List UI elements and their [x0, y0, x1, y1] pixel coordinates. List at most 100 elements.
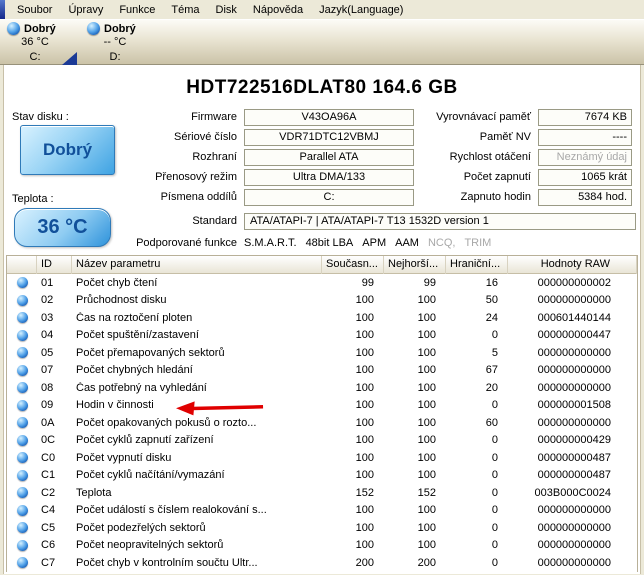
cell-current: 100: [322, 504, 384, 516]
cell-id: C5: [37, 522, 72, 534]
header-threshold[interactable]: Hraniční...: [446, 256, 508, 274]
menu-item-6[interactable]: Jazyk(Language): [312, 2, 410, 18]
menu-item-4[interactable]: Disk: [209, 2, 244, 18]
menu-item-2[interactable]: Funkce: [112, 2, 162, 18]
table-row[interactable]: 0A Počet opakovaných pokusů o rozto... 1…: [7, 414, 637, 432]
status-ok-icon: [17, 312, 28, 323]
cell-threshold: 0: [446, 434, 508, 446]
cell-threshold: 0: [446, 452, 508, 464]
status-cell: [7, 522, 37, 533]
cell-name: Počet neopravitelných sektorů: [72, 539, 322, 551]
cell-name: Počet cyklů načítání/vymazání: [72, 469, 322, 481]
drive-status-icon: [87, 22, 100, 35]
standard-row: Standard ATA/ATAPI-7 | ATA/ATAPI-7 T13 1…: [4, 211, 640, 231]
cell-worst: 152: [384, 487, 446, 499]
table-row[interactable]: C5 Počet podezřelých sektorů 100 100 0 0…: [7, 519, 637, 537]
cell-name: Počet událostí s číslem realokování s...: [72, 504, 322, 516]
drive-item-d[interactable]: Dobrý -- °C D:: [84, 22, 160, 63]
drive-status-label: Dobrý: [104, 23, 136, 35]
cell-id: 08: [37, 382, 72, 394]
info-label-left: Rozhraní: [4, 151, 244, 163]
table-row[interactable]: C1 Počet cyklů načítání/vymazání 100 100…: [7, 467, 637, 485]
table-row[interactable]: 03 Čas na roztočení ploten 100 100 24 00…: [7, 309, 637, 327]
cell-raw: 000000000000: [508, 539, 637, 551]
cell-name: Počet přemapovaných sektorů: [72, 347, 322, 359]
menu-item-3[interactable]: Téma: [164, 2, 206, 18]
cell-name: Počet chyb v kontrolním součtu Ultr...: [72, 557, 322, 569]
status-cell: [7, 557, 37, 568]
features-row: Podporované funkce S.M.A.R.T.48bit LBAAP…: [4, 233, 640, 253]
table-row[interactable]: 05 Počet přemapovaných sektorů 100 100 5…: [7, 344, 637, 362]
info-value-left: Ultra DMA/133: [244, 169, 414, 186]
cell-threshold: 60: [446, 417, 508, 429]
cell-id: 04: [37, 329, 72, 341]
cell-current: 100: [322, 399, 384, 411]
cell-current: 100: [322, 434, 384, 446]
table-row[interactable]: C6 Počet neopravitelných sektorů 100 100…: [7, 537, 637, 555]
header-current[interactable]: Současn...: [322, 256, 384, 274]
cell-worst: 99: [384, 277, 446, 289]
standard-value: ATA/ATAPI-7 | ATA/ATAPI-7 T13 1532D vers…: [244, 213, 636, 230]
header-raw[interactable]: Hodnoty RAW: [508, 256, 637, 274]
cell-raw: 000000000000: [508, 382, 637, 394]
table-row[interactable]: 09 Hodin v činnosti 100 100 0 0000000015…: [7, 397, 637, 415]
cell-name: Čas potřebný na vyhledání: [72, 382, 322, 394]
cell-worst: 100: [384, 417, 446, 429]
smart-table-header: ID Název parametru Současn... Nejhorší..…: [7, 256, 637, 274]
cell-id: C0: [37, 452, 72, 464]
cell-threshold: 0: [446, 469, 508, 481]
info-rows: Firmware V43OA96A Vyrovnávací paměť 7674…: [4, 107, 640, 207]
cell-raw: 000000000000: [508, 294, 637, 306]
cell-id: 0C: [37, 434, 72, 446]
header-name[interactable]: Název parametru: [72, 256, 322, 274]
header-id[interactable]: ID: [37, 256, 72, 274]
cell-threshold: 5: [446, 347, 508, 359]
table-row[interactable]: 0C Počet cyklů zapnutí zařízení 100 100 …: [7, 432, 637, 450]
info-row: Sériové číslo VDR71DTC12VBMJ Paměť NV --…: [4, 127, 640, 147]
cell-worst: 100: [384, 399, 446, 411]
table-row[interactable]: 07 Počet chybných hledání 100 100 67 000…: [7, 362, 637, 380]
status-ok-icon: [17, 295, 28, 306]
info-label-right: Rychlost otáčení: [414, 151, 538, 163]
menu-item-0[interactable]: Soubor: [10, 2, 59, 18]
cell-worst: 100: [384, 504, 446, 516]
info-label-right: Vyrovnávací paměť: [414, 111, 538, 123]
info-row: Písmena oddílů C: Zapnuto hodin 5384 hod…: [4, 187, 640, 207]
table-row[interactable]: C2 Teplota 152 152 0 003B000C0024: [7, 484, 637, 502]
cell-worst: 100: [384, 329, 446, 341]
header-status[interactable]: [7, 256, 37, 274]
cell-raw: 000000000000: [508, 522, 637, 534]
cell-raw: 000601440144: [508, 312, 637, 324]
status-ok-icon: [17, 400, 28, 411]
table-row[interactable]: 08 Čas potřebný na vyhledání 100 100 20 …: [7, 379, 637, 397]
cell-threshold: 0: [446, 522, 508, 534]
cell-name: Počet opakovaných pokusů o rozto...: [72, 417, 322, 429]
menu-item-1[interactable]: Úpravy: [61, 2, 110, 18]
status-ok-icon: [17, 382, 28, 393]
smart-table: ID Název parametru Současn... Nejhorší..…: [6, 255, 638, 572]
cell-id: C7: [37, 557, 72, 569]
status-cell: [7, 365, 37, 376]
table-row[interactable]: C4 Počet událostí s číslem realokování s…: [7, 502, 637, 520]
info-label-left: Písmena oddílů: [4, 191, 244, 203]
table-row[interactable]: C7 Počet chyb v kontrolním součtu Ultr..…: [7, 554, 637, 572]
cell-worst: 100: [384, 312, 446, 324]
cell-current: 99: [322, 277, 384, 289]
table-row[interactable]: 04 Počet spuštění/zastavení 100 100 0 00…: [7, 327, 637, 345]
menu-item-5[interactable]: Nápověda: [246, 2, 310, 18]
cell-worst: 100: [384, 522, 446, 534]
cell-worst: 100: [384, 452, 446, 464]
status-cell: [7, 382, 37, 393]
table-row[interactable]: C0 Počet vypnutí disku 100 100 0 0000000…: [7, 449, 637, 467]
table-row[interactable]: 02 Průchodnost disku 100 100 50 00000000…: [7, 292, 637, 310]
feature-item: NCQ,: [428, 237, 456, 249]
status-ok-icon: [17, 522, 28, 533]
status-ok-icon: [17, 330, 28, 341]
header-worst[interactable]: Nejhorší...: [384, 256, 446, 274]
cell-raw: 000000000429: [508, 434, 637, 446]
table-row[interactable]: 01 Počet chyb čtení 99 99 16 00000000000…: [7, 274, 637, 292]
info-value-right: 7674 KB: [538, 109, 632, 126]
cell-current: 100: [322, 469, 384, 481]
feature-item: APM: [362, 237, 386, 249]
cell-threshold: 16: [446, 277, 508, 289]
